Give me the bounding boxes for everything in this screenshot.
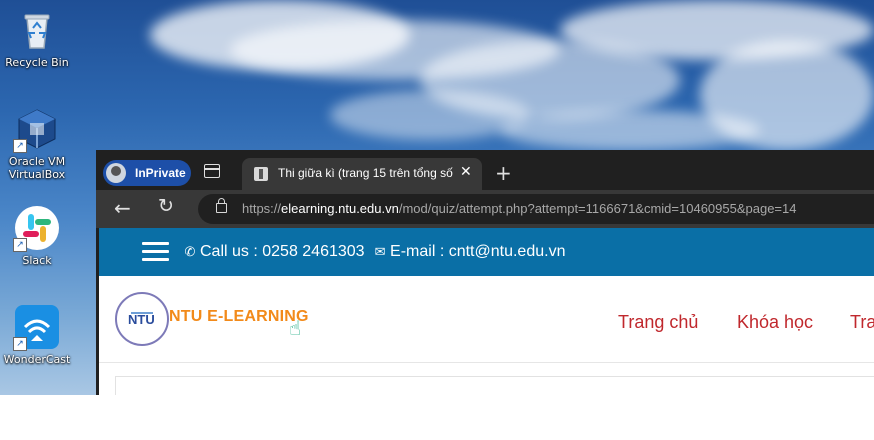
web-page: ✆ Call us : 0258 2461303 ✉ E-mail : cntt@n… <box>99 228 874 395</box>
logo-text: NTU <box>128 312 155 327</box>
site-brand[interactable]: NTU E-LEARNING <box>169 308 309 326</box>
icon-label: WonderCast <box>3 353 71 366</box>
icon-label: Oracle VM VirtualBox <box>8 155 66 181</box>
url-text: https://elearning.ntu.edu.vn/mod/quiz/at… <box>242 201 797 216</box>
address-bar: ← ↻ https://elearning.ntu.edu.vn/mod/qui… <box>96 190 874 228</box>
desktop-icon-virtualbox[interactable]: ↗ Oracle VM VirtualBox <box>0 107 77 181</box>
pointing-hand-icon: ☝ <box>289 316 302 340</box>
desktop-icon-wondercast[interactable]: ↗ WonderCast <box>0 305 77 366</box>
ntu-logo[interactable]: NTU <box>115 292 169 346</box>
close-tab-icon[interactable]: ✕ <box>460 164 472 180</box>
phone-icon: ✆ <box>184 244 196 259</box>
nav-link-courses[interactable]: Khóa học <box>737 312 813 333</box>
tab-title: Thi giữa kì (trang 15 trên tổng số <box>278 166 453 180</box>
recycle-bin-icon <box>15 8 59 52</box>
shortcut-arrow-icon: ↗ <box>13 139 27 153</box>
shortcut-arrow-icon: ↗ <box>13 337 27 351</box>
shortcut-arrow-icon: ↗ <box>13 238 27 252</box>
back-arrow-icon[interactable]: ← <box>114 196 131 220</box>
url-field[interactable]: https://elearning.ntu.edu.vn/mod/quiz/at… <box>198 194 874 224</box>
content-panel <box>115 376 874 395</box>
contact-info: ✆ Call us : 0258 2461303 ✉ E-mail : cntt@n… <box>183 243 566 261</box>
profile-avatar-icon <box>106 163 126 183</box>
url-host: elearning.ntu.edu.vn <box>281 201 399 216</box>
inprivate-label: InPrivate <box>135 166 186 180</box>
site-navbar: NTU NTU E-LEARNING ☝ Trang chủ Khóa học … <box>99 276 874 363</box>
url-path: /mod/quiz/attempt.php?attempt=1166671&cm… <box>398 201 797 216</box>
desktop-icon-recycle-bin[interactable]: Recycle Bin <box>0 8 77 69</box>
call-text: Call us : 0258 2461303 <box>200 243 365 260</box>
envelope-icon: ✉ <box>374 244 386 259</box>
favicon-icon <box>254 167 268 181</box>
icon-label: Recycle Bin <box>5 56 69 69</box>
reload-icon[interactable]: ↻ <box>158 195 174 217</box>
hamburger-menu-icon[interactable] <box>142 242 169 262</box>
tab-actions-icon[interactable] <box>204 164 220 178</box>
url-prefix: https:// <box>242 201 282 216</box>
virtualbox-icon: ↗ <box>13 107 59 153</box>
browser-window: InPrivate Thi giữa kì (trang 15 trên tổn… <box>96 150 874 395</box>
wondercast-icon: ↗ <box>13 305 59 351</box>
inprivate-button[interactable]: InPrivate <box>103 160 191 186</box>
site-topbar: ✆ Call us : 0258 2461303 ✉ E-mail : cntt@n… <box>99 228 874 276</box>
nav-link-partial[interactable]: Tra <box>850 312 874 333</box>
new-tab-icon[interactable]: + <box>495 161 512 185</box>
slack-icon: ↗ <box>13 206 59 252</box>
lock-icon[interactable] <box>216 198 227 213</box>
nav-link-home[interactable]: Trang chủ <box>618 312 698 333</box>
desktop-icon-slack[interactable]: ↗ Slack <box>0 206 77 267</box>
email-text: E-mail : cntt@ntu.edu.vn <box>390 243 566 260</box>
tab-active[interactable]: Thi giữa kì (trang 15 trên tổng số ✕ <box>242 158 482 190</box>
tab-bar: InPrivate Thi giữa kì (trang 15 trên tổn… <box>96 150 874 190</box>
icon-label: Slack <box>22 254 52 267</box>
